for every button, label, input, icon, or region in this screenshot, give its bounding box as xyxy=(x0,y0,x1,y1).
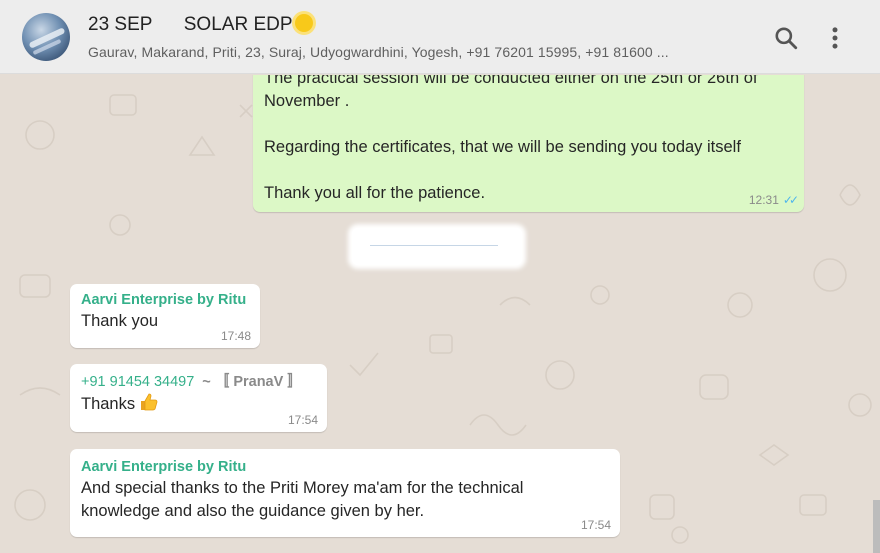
group-avatar[interactable] xyxy=(22,13,70,61)
scrollbar[interactable] xyxy=(873,500,880,553)
date-divider xyxy=(352,228,522,265)
sun-emoji-icon xyxy=(294,14,313,32)
sender-phone[interactable]: +91 91454 34497 xyxy=(81,374,194,390)
message-time: 17:54 xyxy=(580,518,611,532)
search-icon[interactable] xyxy=(773,25,799,51)
message-time: 12:31 ✓✓ xyxy=(748,193,799,207)
chat-header[interactable]: 23 SEP SOLAR EDP Gaurav, Makarand, Priti… xyxy=(0,0,880,74)
message-time: 17:54 xyxy=(287,413,318,427)
message-outgoing[interactable]: The practical session will be conducted … xyxy=(253,75,804,212)
message-text: The practical session will be conducted … xyxy=(264,75,758,202)
message-incoming[interactable]: Aarvi Enterprise by Ritu Thank you 17:48 xyxy=(70,284,260,348)
sender-name[interactable]: Aarvi Enterprise by Ritu xyxy=(81,290,249,310)
message-time: 17:48 xyxy=(220,329,251,343)
group-title-text: 23 SEP SOLAR EDP xyxy=(88,14,293,35)
message-text: And special thanks to the Priti Morey ma… xyxy=(81,479,524,520)
sender-name[interactable]: Aarvi Enterprise by Ritu xyxy=(81,457,609,477)
group-title[interactable]: 23 SEP SOLAR EDP xyxy=(88,14,313,36)
message-incoming[interactable]: +91 91454 34497 ~ 〚 PranaV 〛 Thanks 17:54 xyxy=(70,364,327,432)
sender-alias: ~ 〚 PranaV 〛 xyxy=(202,374,302,390)
message-text: Thanks xyxy=(81,395,136,413)
message-text: Thank you xyxy=(81,312,159,330)
read-double-tick-icon: ✓✓ xyxy=(782,193,799,207)
more-vertical-icon[interactable] xyxy=(822,25,848,51)
message-list[interactable]: The practical session will be conducted … xyxy=(0,75,880,553)
thumbs-up-emoji-icon xyxy=(141,393,158,411)
message-incoming[interactable]: Aarvi Enterprise by Ritu And special tha… xyxy=(70,449,620,537)
participants-list[interactable]: Gaurav, Makarand, Priti, 23, Suraj, Udyo… xyxy=(88,44,669,60)
